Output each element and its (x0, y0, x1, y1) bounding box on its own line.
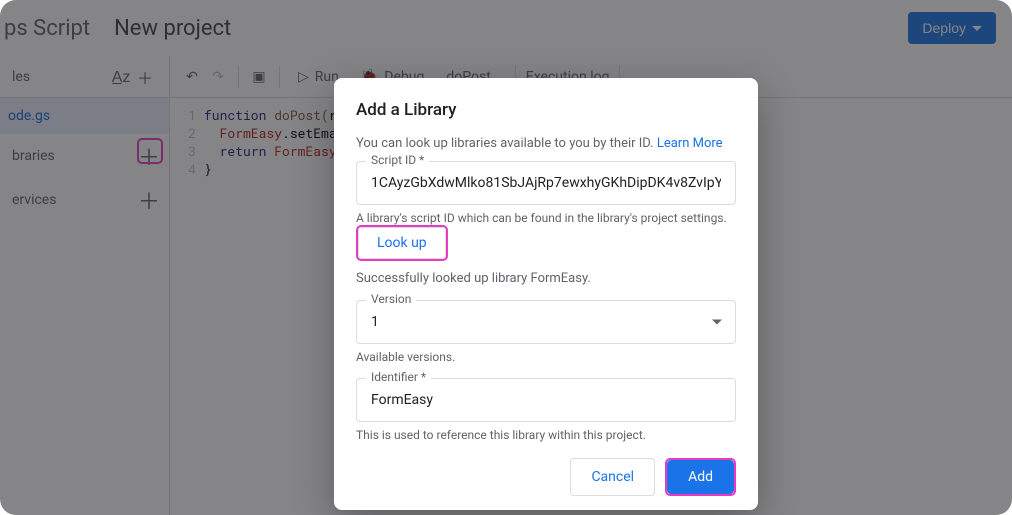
highlight-box (137, 138, 163, 164)
add-service-button[interactable]: ＋ (137, 188, 161, 212)
version-select[interactable]: 1 (356, 300, 736, 344)
title-bar: ps Script New project Deploy (0, 0, 1012, 56)
file-item[interactable]: ode.gs (0, 98, 169, 134)
identifier-hint: This is used to reference this library w… (356, 428, 736, 442)
script-id-label: Script ID * (366, 153, 429, 167)
sidebar: les A̲z ＋ ode.gs braries ＋ ervices ＋ (0, 56, 170, 515)
app-brand: ps Script (4, 16, 90, 41)
files-heading: les (12, 69, 109, 85)
identifier-label: Identifier * (366, 370, 431, 384)
lookup-status: Successfully looked up library FormEasy. (356, 271, 736, 286)
sidebar-services: ervices ＋ (0, 178, 169, 222)
learn-more-link[interactable]: Learn More (657, 136, 723, 151)
add-file-icon[interactable]: ＋ (133, 65, 157, 89)
add-button[interactable]: Add (667, 460, 734, 494)
identifier-input[interactable] (356, 378, 736, 422)
caret-down-icon (712, 320, 722, 325)
highlight-box: Look up (356, 225, 448, 261)
sort-az-icon[interactable]: A̲z (109, 67, 133, 87)
sidebar-libraries: braries ＋ (0, 134, 169, 178)
version-hint: Available versions. (356, 350, 736, 364)
version-label: Version (366, 292, 416, 306)
caret-down-icon (972, 26, 982, 31)
dialog-title: Add a Library (356, 100, 736, 120)
redo-icon[interactable]: ↷ (208, 67, 228, 87)
cancel-button[interactable]: Cancel (570, 458, 655, 496)
script-id-input[interactable] (356, 161, 736, 205)
dialog-intro: You can look up libraries available to y… (356, 136, 736, 151)
add-library-dialog: Add a Library You can look up libraries … (334, 78, 758, 510)
script-id-hint: A library's script ID which can be found… (356, 211, 736, 225)
save-icon[interactable]: ▣ (249, 67, 269, 87)
highlight-box: Add (665, 458, 736, 496)
undo-icon[interactable]: ↶ (182, 67, 202, 87)
lookup-button[interactable]: Look up (358, 227, 446, 259)
deploy-button[interactable]: Deploy (908, 12, 996, 44)
project-title[interactable]: New project (114, 16, 231, 41)
